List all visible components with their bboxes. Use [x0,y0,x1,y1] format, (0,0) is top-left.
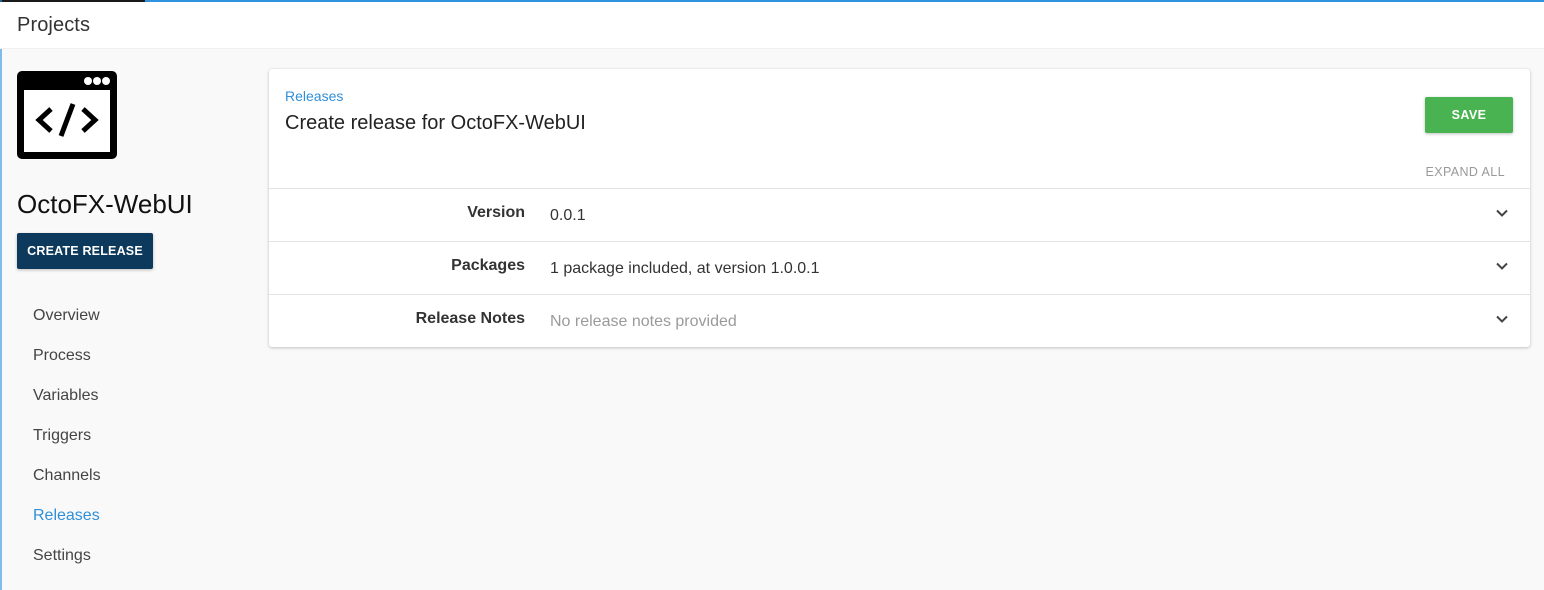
sidebar-item-channels[interactable]: Channels [33,465,101,505]
create-release-card: Releases Create release for OctoFX-WebUI… [269,69,1530,347]
chevron-down-icon[interactable] [1494,311,1510,327]
sidebar-item-process[interactable]: Process [33,345,101,385]
page-title: Projects [17,14,91,36]
expand-all-link[interactable]: EXPAND ALL [1425,165,1505,179]
version-row[interactable]: Version 0.0.1 [269,188,1530,241]
sidebar-item-triggers[interactable]: Triggers [33,425,101,465]
save-button[interactable]: SAVE [1425,97,1513,133]
project-name: OctoFX-WebUI [17,189,193,219]
sidebar-item-overview[interactable]: Overview [33,305,101,345]
breadcrumb-releases[interactable]: Releases [285,88,343,104]
packages-value: 1 package included, at version 1.0.0.1 [550,260,820,277]
project-sidebar: OctoFX-WebUI CREATE RELEASE Overview Pro… [0,49,250,590]
sidebar-item-settings[interactable]: Settings [33,545,101,585]
release-notes-label: Release Notes [415,310,525,327]
chevron-down-icon[interactable] [1494,205,1510,221]
version-label: Version [467,204,525,221]
code-window-icon [17,71,117,159]
packages-label: Packages [451,257,525,274]
card-title: Create release for OctoFX-WebUI [285,112,586,134]
create-release-button[interactable]: CREATE RELEASE [17,233,153,269]
chevron-down-icon[interactable] [1494,258,1510,274]
release-notes-value: No release notes provided [550,313,737,330]
sidebar-item-releases[interactable]: Releases [33,505,101,545]
page-header: Projects [0,2,1544,49]
project-nav: Overview Process Variables Triggers Chan… [33,305,101,585]
sidebar-item-variables[interactable]: Variables [33,385,101,425]
version-value: 0.0.1 [550,207,586,224]
packages-row[interactable]: Packages 1 package included, at version … [269,241,1530,294]
release-notes-row[interactable]: Release Notes No release notes provided [269,294,1530,347]
